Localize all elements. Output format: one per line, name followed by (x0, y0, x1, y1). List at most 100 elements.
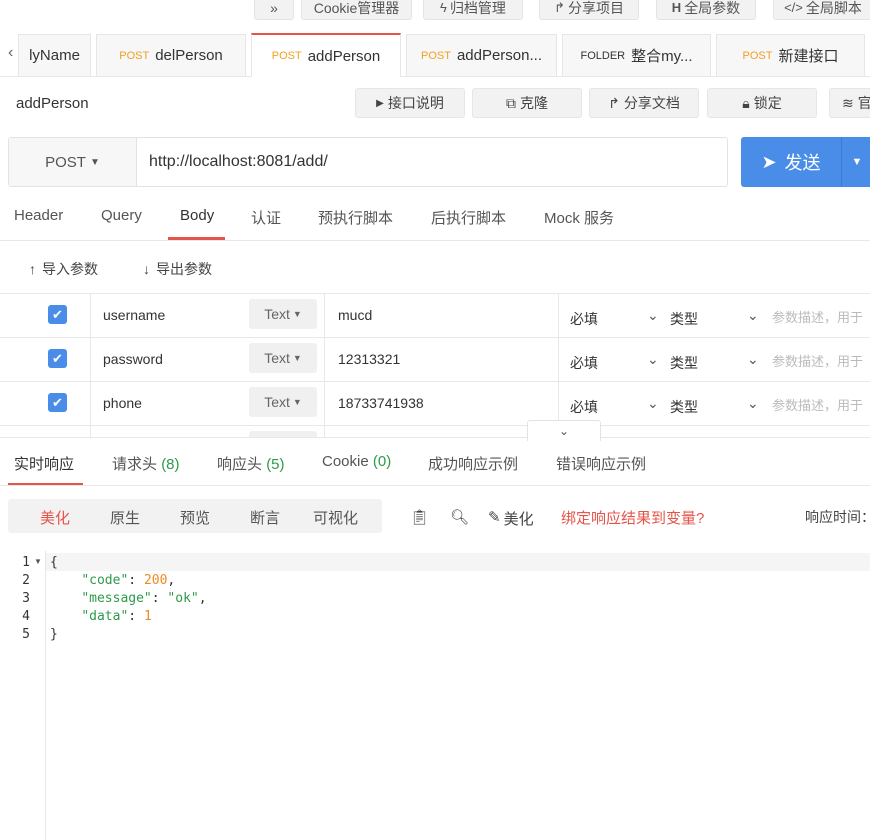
param-kind[interactable]: 类型 (670, 397, 698, 417)
tab-addperson-2[interactable]: POST addPerson... (406, 34, 557, 76)
view-mode-bar: 美化 原生 预览 断言 可视化 (8, 499, 382, 533)
method-select[interactable]: POST ▼ (9, 138, 137, 186)
tab-query[interactable]: Query (101, 207, 142, 224)
line-number: 3 (22, 591, 30, 606)
column-divider (324, 294, 325, 338)
param-value[interactable]: 18733741938 (338, 395, 424, 411)
global-params-button[interactable]: H 全局参数 (656, 0, 756, 20)
chevron-down-icon[interactable]: ⌄ (747, 351, 759, 368)
tab-new-api[interactable]: POST 新建接口 (716, 34, 865, 76)
view-visualize[interactable]: 可视化 (313, 507, 358, 528)
column-divider (558, 294, 559, 338)
json-line: "message": "ok", (81, 591, 207, 606)
tab-folder[interactable]: FOLDER 整合my... (562, 34, 711, 76)
share-doc-button[interactable]: ↱ 分享文档 (589, 88, 699, 118)
active-line-highlight (46, 553, 870, 571)
paper-plane-icon: ➤ (761, 151, 777, 172)
chevron-down-icon[interactable]: ⌄ (647, 395, 659, 412)
global-script-button[interactable]: </> 全局脚本 (773, 0, 870, 20)
divider (0, 485, 870, 486)
tab-cookie[interactable]: Cookie (0) (322, 453, 391, 470)
chevron-down-icon[interactable]: ⌄ (647, 351, 659, 368)
param-desc[interactable]: 参数描述，用于 (772, 307, 863, 326)
tab-delperson[interactable]: POST delPerson (96, 34, 246, 76)
param-checkbox[interactable]: ✔ (48, 349, 67, 368)
tab-body[interactable]: Body (180, 207, 214, 224)
import-params-button[interactable]: ↑ 导入参数 (29, 259, 98, 279)
beautify-button[interactable]: ✎ 美化 (488, 508, 534, 529)
tab-success-example[interactable]: 成功响应示例 (428, 453, 518, 474)
param-row: ✔ username Text ▼ mucd 必填 ⌄ 类型 ⌄ 参数描述，用于 (0, 293, 870, 338)
column-divider (90, 294, 91, 338)
param-required[interactable]: 必填 (570, 353, 598, 373)
share-project-button[interactable]: ↱ 分享项目 (539, 0, 639, 20)
tab-response-headers[interactable]: 响应头 (5) (217, 453, 285, 474)
api-doc-button[interactable]: ▶ 接口说明 (355, 88, 465, 118)
param-kind[interactable]: 类型 (670, 353, 698, 373)
column-divider (90, 426, 91, 437)
send-button[interactable]: ➤ 发送 (741, 149, 841, 175)
tab-addperson[interactable]: POST addPerson (251, 33, 401, 77)
lock-button[interactable]: 🔒︎ 锁定 (707, 88, 817, 118)
param-name[interactable]: password (103, 351, 163, 367)
view-raw[interactable]: 原生 (110, 507, 140, 528)
toolbar-more-button[interactable]: » (254, 0, 294, 20)
database-icon: ≋ (842, 94, 854, 111)
tab-live-response[interactable]: 实时响应 (14, 453, 74, 474)
param-type-select[interactable]: Text ▼ (249, 387, 317, 417)
code-icon: </> (784, 0, 803, 15)
tab-error-example[interactable]: 错误响应示例 (556, 453, 646, 474)
fold-caret-icon[interactable]: ▼ (34, 557, 42, 566)
param-required[interactable]: 必填 (570, 309, 598, 329)
column-divider (324, 426, 325, 437)
export-params-button[interactable]: ↓ 导出参数 (143, 259, 212, 279)
copy-icon: ⧉ (506, 94, 516, 111)
collapse-toggle[interactable]: ⌄ (527, 420, 601, 441)
column-divider (90, 382, 91, 426)
param-desc[interactable]: 参数描述，用于 (772, 395, 863, 414)
param-required[interactable]: 必填 (570, 397, 598, 417)
tab-pre-script[interactable]: 预执行脚本 (318, 207, 393, 228)
param-kind[interactable]: 类型 (670, 309, 698, 329)
chevron-down-icon[interactable]: ⌄ (747, 395, 759, 412)
cookie-manager-button[interactable]: Cookie管理器 (301, 0, 412, 20)
tab-auth[interactable]: 认证 (251, 207, 281, 228)
param-value[interactable]: 12313321 (338, 351, 400, 367)
view-beautify[interactable]: 美化 (40, 507, 70, 528)
view-preview[interactable]: 预览 (180, 507, 210, 528)
response-time-label: 响应时间： (805, 509, 870, 525)
tab-mock[interactable]: Mock 服务 (544, 207, 614, 228)
param-name[interactable]: username (103, 307, 165, 323)
tab-post-script[interactable]: 后执行脚本 (431, 207, 506, 228)
chevron-down-icon[interactable]: ⌄ (647, 307, 659, 324)
param-name[interactable]: phone (103, 395, 142, 411)
param-checkbox[interactable]: ✔ (48, 305, 67, 324)
param-type-select[interactable]: Text ▼ (249, 299, 317, 329)
param-desc[interactable]: 参数描述，用于 (772, 351, 863, 370)
tab-header[interactable]: Header (14, 207, 63, 224)
more-actions-button[interactable]: ≋ 官 (829, 88, 870, 118)
param-value[interactable]: mucd (338, 307, 372, 323)
line-number: 1 (22, 555, 30, 570)
url-input[interactable]: http://localhost:8081/add/ (149, 153, 328, 171)
param-checkbox[interactable]: ✔ (48, 393, 67, 412)
copy-icon[interactable]: 📋︎ (410, 508, 429, 526)
chevron-left-icon[interactable]: ‹ (8, 44, 13, 62)
chevron-down-icon[interactable]: ⌄ (747, 307, 759, 324)
search-icon[interactable]: 🔍︎ (450, 508, 469, 526)
bolt-icon: ϟ (440, 0, 447, 15)
caret-down-icon: ▼ (292, 353, 302, 363)
code-line: "code": 200, (50, 573, 175, 588)
view-assert[interactable]: 断言 (250, 507, 280, 528)
param-row: ✔ password Text ▼ 12313321 必填 ⌄ 类型 ⌄ 参数描述… (0, 337, 870, 382)
bind-result-link[interactable]: 绑定响应结果到变量? (561, 507, 704, 528)
archive-manage-button[interactable]: ϟ 归档管理 (423, 0, 523, 20)
code-line: "message": "ok", (50, 591, 207, 606)
clone-button[interactable]: ⧉ 克隆 (472, 88, 582, 118)
code-line: } (50, 627, 58, 642)
send-options-caret[interactable]: ▼ (842, 156, 870, 168)
param-type-select[interactable]: Text ▼ (249, 343, 317, 373)
tab-request-headers[interactable]: 请求头 (8) (112, 453, 180, 474)
tab-prev[interactable]: lyName (18, 34, 91, 76)
magic-wand-icon: ✎ (488, 509, 501, 526)
